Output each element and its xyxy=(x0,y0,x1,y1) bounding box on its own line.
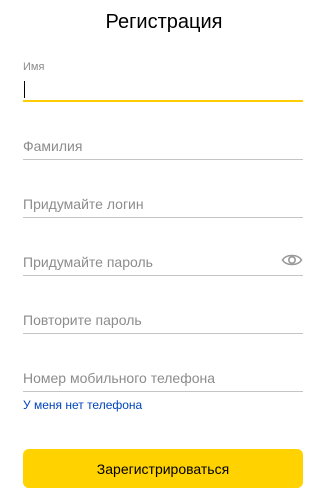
field-underline xyxy=(23,100,303,102)
password-repeat-placeholder: Повторите пароль xyxy=(23,312,142,328)
first-name-field[interactable] xyxy=(23,72,303,102)
field-underline xyxy=(23,275,303,276)
text-cursor xyxy=(24,81,25,98)
password-placeholder: Придумайте пароль xyxy=(23,254,153,270)
field-underline xyxy=(23,159,303,160)
last-name-field[interactable]: Фамилия xyxy=(23,130,303,160)
eye-icon[interactable] xyxy=(281,251,303,269)
password-repeat-field[interactable]: Повторите пароль xyxy=(23,304,303,334)
field-underline xyxy=(23,333,303,334)
phone-field[interactable]: Номер мобильного телефона xyxy=(23,362,303,392)
login-placeholder: Придумайте логин xyxy=(23,196,144,212)
field-underline xyxy=(23,391,303,392)
password-field[interactable]: Придумайте пароль xyxy=(23,246,303,276)
no-phone-link[interactable]: У меня нет телефона xyxy=(23,397,142,413)
page-title: Регистрация xyxy=(105,11,223,33)
field-underline xyxy=(23,217,303,218)
login-field[interactable]: Придумайте логин xyxy=(23,188,303,218)
phone-placeholder: Номер мобильного телефона xyxy=(23,370,216,386)
register-button[interactable]: Зарегистрироваться xyxy=(23,449,303,488)
last-name-placeholder: Фамилия xyxy=(23,138,83,154)
